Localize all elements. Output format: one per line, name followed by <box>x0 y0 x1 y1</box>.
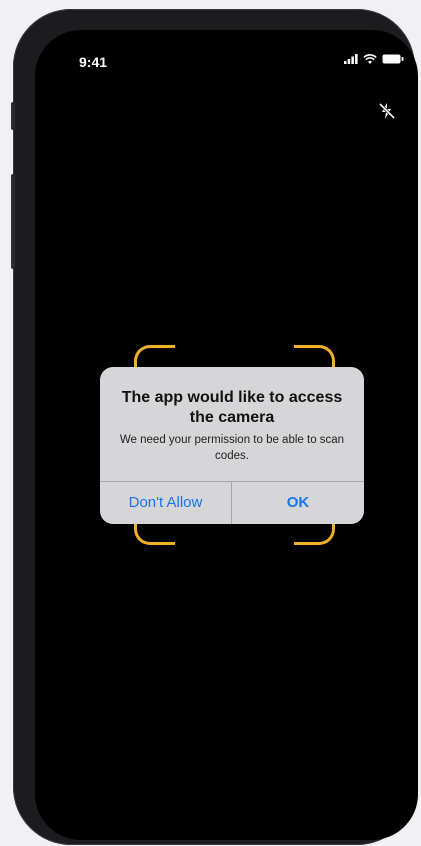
dont-allow-button[interactable]: Don't Allow <box>100 482 231 524</box>
flash-off-icon <box>378 102 396 120</box>
camera-permission-alert: The app would like to access the camera … <box>100 367 364 524</box>
phone-frame: 9:41 The app would like to access the ca… <box>11 9 418 845</box>
scan-frame-corner-top-left <box>134 345 175 368</box>
alert-title: The app would like to access the camera <box>121 389 343 426</box>
flash-toggle-button[interactable] <box>377 101 397 126</box>
ok-button[interactable]: OK <box>232 482 364 524</box>
side-button-mute <box>11 102 15 130</box>
battery-icon <box>382 54 404 64</box>
scan-frame-corner-bottom-left <box>134 522 175 545</box>
scan-frame-corner-bottom-right <box>294 522 335 545</box>
scan-frame-corner-top-right <box>294 345 335 368</box>
alert-message: We need your permission to be able to sc… <box>119 434 345 462</box>
status-time: 9:41 <box>79 54 108 70</box>
status-icons <box>344 54 404 64</box>
signal-icon <box>344 54 358 64</box>
camera-screen: 9:41 The app would like to access the ca… <box>35 30 418 840</box>
wifi-icon <box>363 54 377 64</box>
side-button-volume-down <box>11 215 15 269</box>
